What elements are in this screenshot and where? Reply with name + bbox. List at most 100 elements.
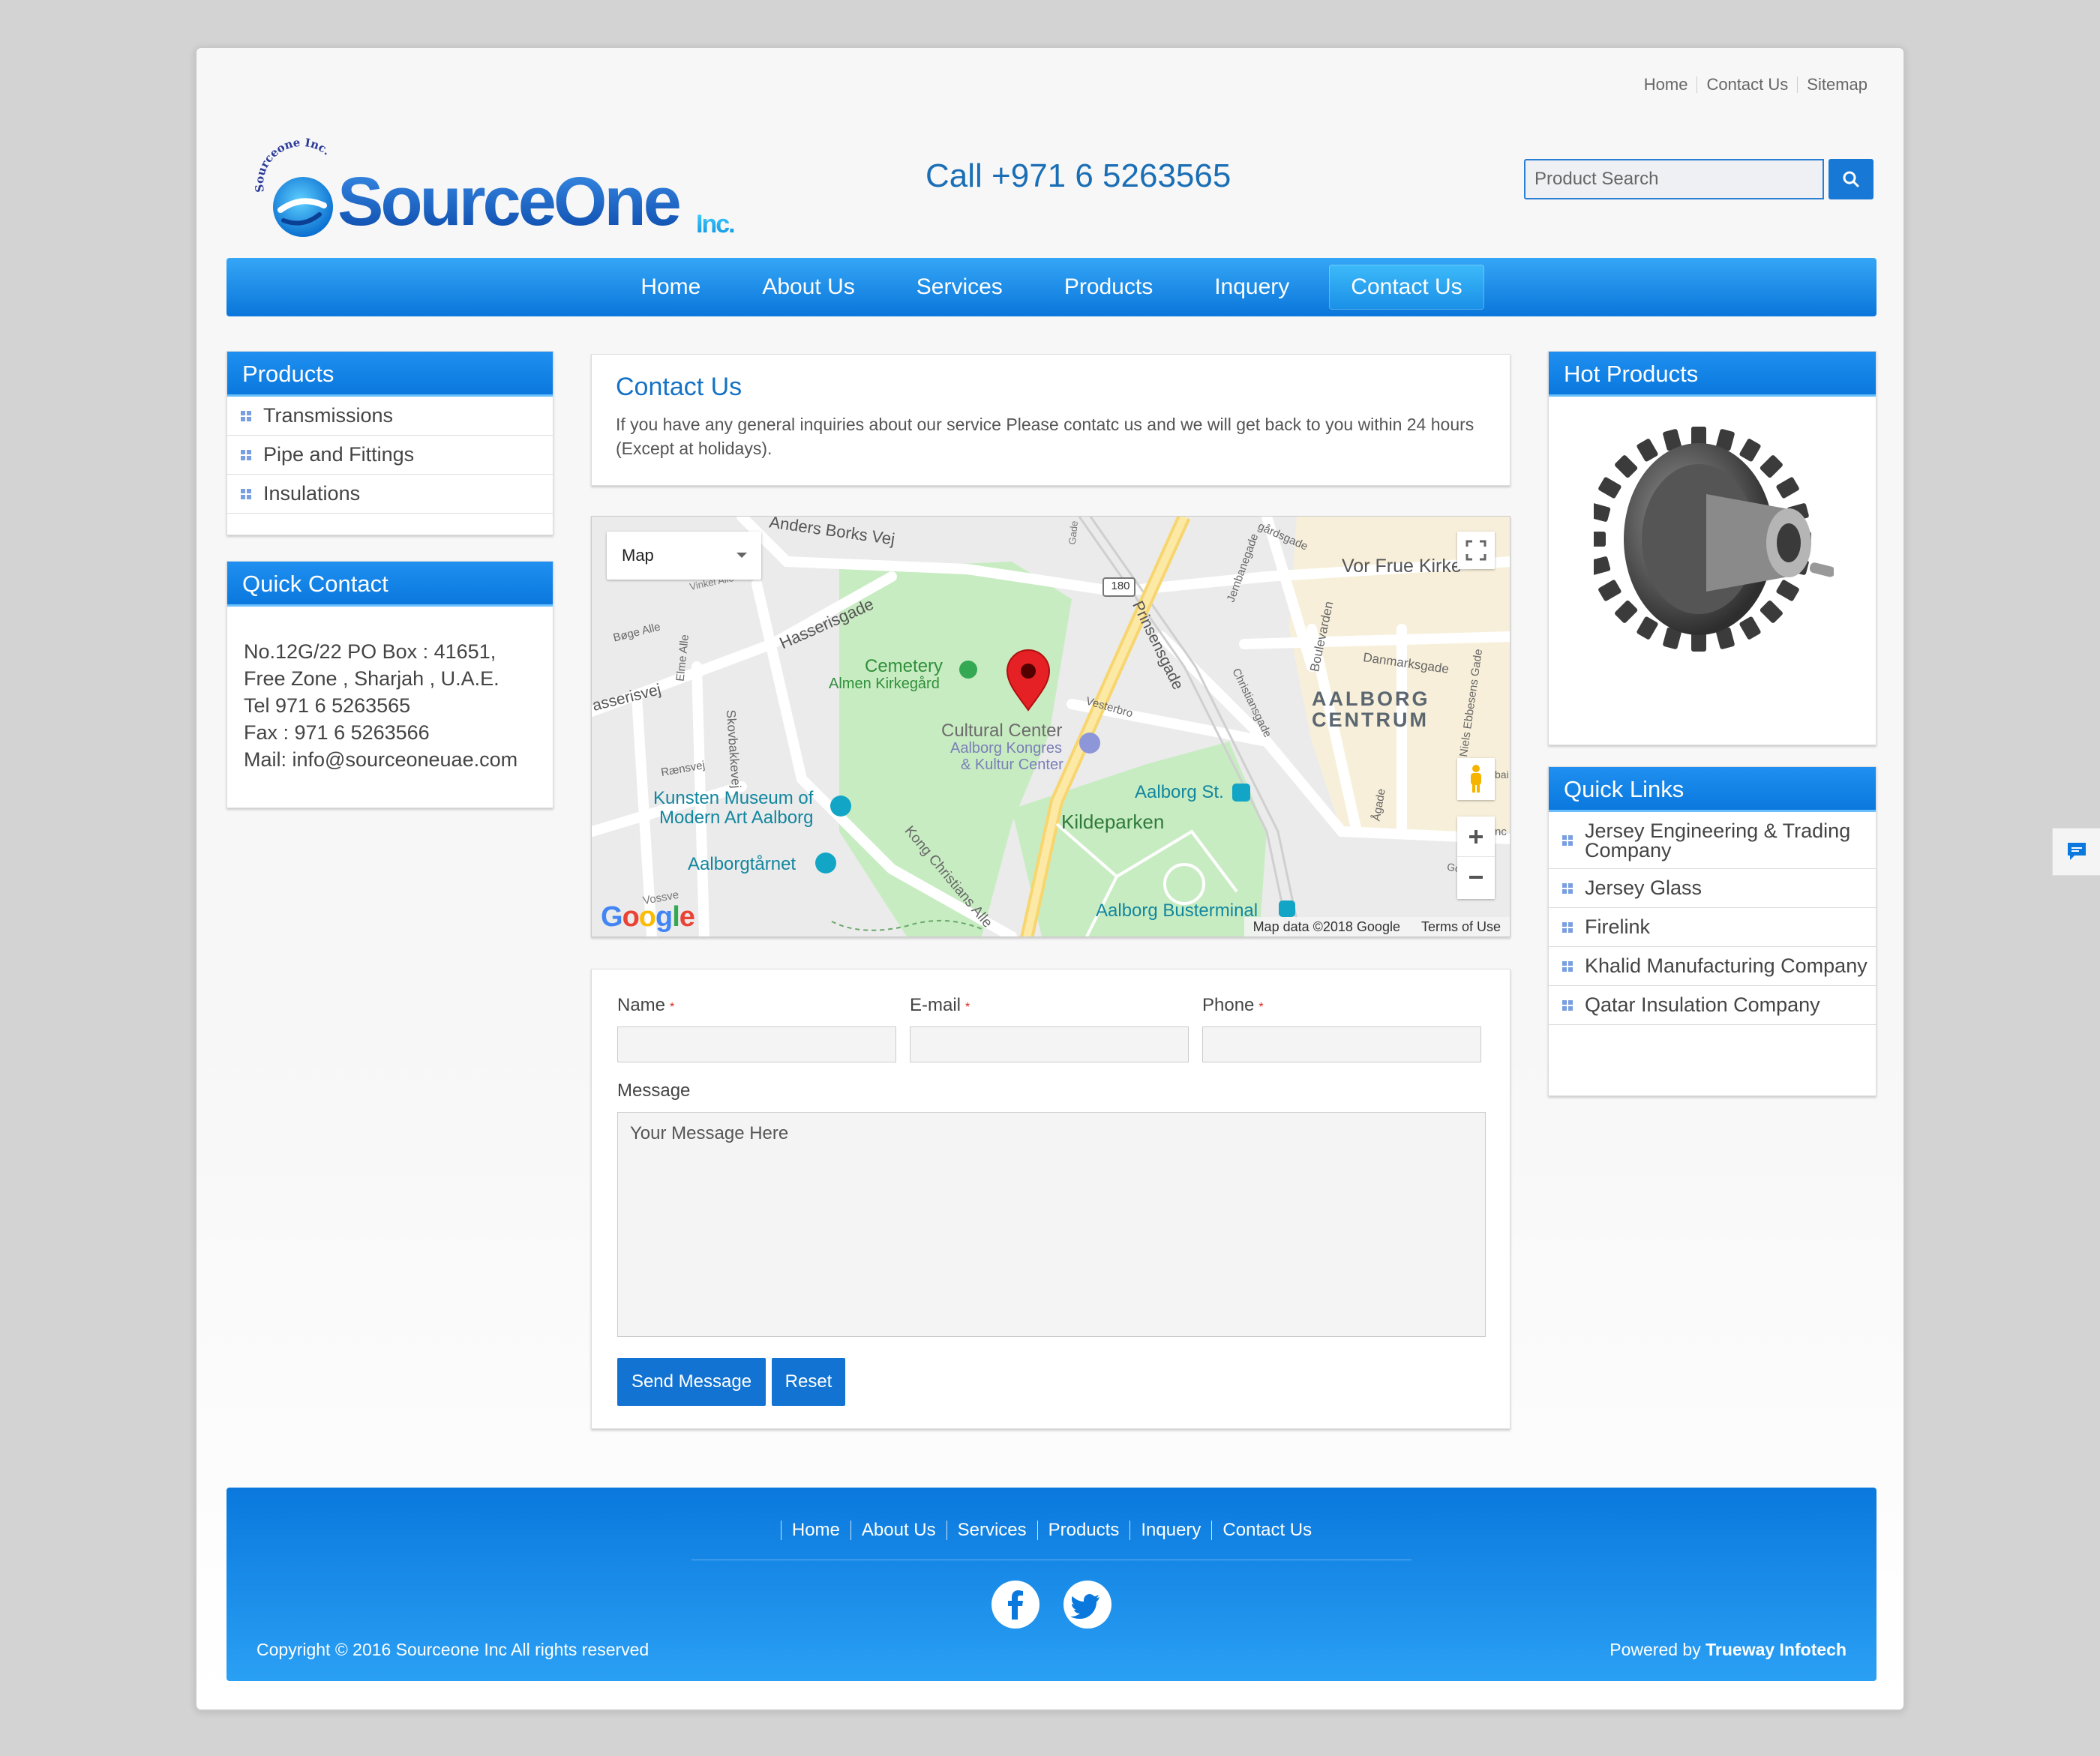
site-logo[interactable]: Sourceone Inc. SourceOne Inc. bbox=[242, 132, 752, 252]
map-label-poi: Modern Art Aalborg bbox=[659, 808, 814, 828]
required-mark: * bbox=[965, 1001, 970, 1014]
message-label: Message bbox=[617, 1080, 691, 1101]
fullscreen-icon bbox=[1466, 540, 1486, 561]
chat-widget-button[interactable] bbox=[2052, 828, 2100, 876]
nav-item-products[interactable]: Products bbox=[1042, 265, 1174, 310]
twitter-icon bbox=[1070, 1594, 1100, 1619]
quick-link-label: Jersey Engineering & Trading Company bbox=[1585, 819, 1851, 862]
footer-link-inquery[interactable]: Inquery bbox=[1130, 1521, 1211, 1540]
grid-bullet-icon bbox=[1562, 835, 1573, 846]
sidebar-products-list: Transmissions Pipe and Fittings Insulati… bbox=[227, 397, 553, 514]
search-button[interactable] bbox=[1828, 159, 1874, 199]
map-label-poi: Aalborgtårnet bbox=[688, 854, 796, 874]
grid-bullet-icon bbox=[241, 449, 251, 460]
map-zoom-control bbox=[1457, 817, 1495, 899]
tel-line: Tel 971 6 5263565 bbox=[244, 694, 411, 717]
address-line-1: No.12G/22 PO Box : 41651, bbox=[244, 640, 496, 663]
map-label-street: nc bbox=[1495, 826, 1507, 838]
dropdown-arrow-icon bbox=[736, 553, 747, 558]
top-links: Home Contact Us Sitemap bbox=[1644, 75, 1868, 94]
message-textarea[interactable] bbox=[617, 1112, 1486, 1337]
map-route-number: 180 bbox=[1111, 580, 1130, 592]
grid-bullet-icon bbox=[241, 488, 251, 499]
footer-link-services[interactable]: Services bbox=[946, 1521, 1037, 1540]
twitter-button[interactable] bbox=[1064, 1581, 1112, 1629]
sidebar-item-insulations[interactable]: Insulations bbox=[227, 475, 553, 514]
page-title: Contact Us bbox=[616, 373, 742, 401]
map-label-poi: Cemetery bbox=[865, 656, 944, 676]
top-link-contact[interactable]: Contact Us bbox=[1706, 75, 1788, 94]
hot-products: Hot Products bbox=[1548, 351, 1876, 745]
copyright-text: Copyright © 2016 Sourceone Inc All right… bbox=[256, 1640, 650, 1659]
email-label-group: E-mail * bbox=[910, 995, 970, 1016]
email-label: E-mail bbox=[910, 995, 962, 1015]
google-map[interactable]: Anders Borks Vej Vinkel Alle Hasserisgad… bbox=[591, 516, 1510, 937]
top-link-home[interactable]: Home bbox=[1644, 75, 1688, 94]
nav-item-home[interactable]: Home bbox=[619, 265, 722, 310]
send-message-button[interactable]: Send Message bbox=[617, 1358, 766, 1406]
required-mark: * bbox=[670, 1001, 675, 1014]
map-label-poi: Aalborg Kongres bbox=[950, 740, 1062, 757]
map-streetview-button[interactable] bbox=[1457, 758, 1495, 800]
quick-link-label: Firelink bbox=[1585, 915, 1651, 938]
map-label-district: CENTRUM bbox=[1312, 709, 1429, 731]
zoom-out-button[interactable] bbox=[1457, 857, 1495, 897]
quick-contact-details: No.12G/22 PO Box : 41651, Free Zone , Sh… bbox=[227, 607, 553, 773]
footer-link-products[interactable]: Products bbox=[1036, 1521, 1130, 1540]
quick-link-label: Khalid Manufacturing Company bbox=[1585, 954, 1868, 977]
footer-link-about[interactable]: About Us bbox=[850, 1521, 946, 1540]
quick-link-jersey-glass[interactable]: Jersey Glass bbox=[1549, 869, 1876, 908]
zoom-in-button[interactable] bbox=[1457, 817, 1495, 857]
page-container: Home Contact Us Sitemap Sourceone Inc. S… bbox=[195, 46, 1905, 1711]
footer-link-contact[interactable]: Contact Us bbox=[1211, 1521, 1322, 1540]
fax-line: Fax : 971 6 5263566 bbox=[244, 721, 430, 744]
phone-field[interactable] bbox=[1202, 1026, 1481, 1062]
mail-line[interactable]: Mail: info@sourceoneuae.com bbox=[244, 746, 536, 773]
plus-icon bbox=[1469, 829, 1483, 844]
email-field[interactable] bbox=[910, 1026, 1189, 1062]
logo-suffix-text: Inc. bbox=[696, 210, 734, 238]
phone-label: Phone bbox=[1202, 995, 1255, 1015]
sidebar-item-pipe-fittings[interactable]: Pipe and Fittings bbox=[227, 436, 553, 475]
powered-by: Powered by Trueway Infotech bbox=[1610, 1640, 1846, 1660]
quick-link-jersey-engineering[interactable]: Jersey Engineering & Trading Company bbox=[1549, 812, 1876, 869]
chat-bubble-icon bbox=[2067, 843, 2086, 860]
footer-link-home[interactable]: Home bbox=[780, 1521, 850, 1540]
nav-item-about[interactable]: About Us bbox=[740, 265, 876, 310]
quick-link-qatar-insulation[interactable]: Qatar Insulation Company bbox=[1549, 986, 1876, 1025]
map-label-poi: Almen Kirkegård bbox=[829, 676, 940, 692]
map-type-select[interactable]: Map bbox=[607, 532, 761, 580]
logo-brand-text: SourceOne bbox=[338, 163, 680, 240]
hot-products-title: Hot Products bbox=[1549, 352, 1876, 397]
address-line-2: Free Zone , Sharjah , U.A.E. bbox=[244, 667, 500, 690]
quick-link-khalid[interactable]: Khalid Manufacturing Company bbox=[1549, 947, 1876, 986]
map-label-poi: & Kultur Center bbox=[961, 757, 1064, 773]
reset-button[interactable]: Reset bbox=[772, 1358, 845, 1406]
quick-link-label: Jersey Glass bbox=[1585, 877, 1702, 899]
map-label-poi: Vor Frue Kirke bbox=[1342, 556, 1462, 577]
sidebar-products-title: Products bbox=[227, 352, 553, 397]
map-label-poi: Cultural Center bbox=[941, 721, 1063, 741]
map-fullscreen-button[interactable] bbox=[1457, 532, 1495, 569]
nav-item-contact[interactable]: Contact Us bbox=[1329, 265, 1484, 310]
top-link-sitemap[interactable]: Sitemap bbox=[1807, 75, 1868, 94]
search-input[interactable] bbox=[1524, 159, 1824, 199]
google-logo[interactable]: Google bbox=[601, 901, 695, 933]
product-image[interactable] bbox=[1586, 419, 1835, 674]
map-attribution: Map data ©2018 Google Terms of Use bbox=[1244, 917, 1510, 936]
nav-item-inquery[interactable]: Inquery bbox=[1192, 265, 1311, 310]
facebook-button[interactable] bbox=[992, 1581, 1040, 1629]
sidebar-item-label: Transmissions bbox=[263, 404, 394, 427]
name-label: Name bbox=[617, 995, 666, 1015]
quick-link-firelink[interactable]: Firelink bbox=[1549, 908, 1876, 947]
sprocket-gear-image bbox=[1586, 427, 1835, 652]
sidebar-item-transmissions[interactable]: Transmissions bbox=[227, 397, 553, 436]
quick-links-title: Quick Links bbox=[1549, 767, 1876, 812]
name-field[interactable] bbox=[617, 1026, 896, 1062]
powered-by-link[interactable]: Trueway Infotech bbox=[1706, 1640, 1846, 1659]
map-label-poi: Aalborg St. bbox=[1135, 782, 1224, 802]
nav-item-services[interactable]: Services bbox=[895, 265, 1024, 310]
grid-bullet-icon bbox=[1562, 882, 1573, 894]
facebook-icon bbox=[1008, 1590, 1023, 1620]
map-terms-link[interactable]: Terms of Use bbox=[1421, 919, 1501, 935]
